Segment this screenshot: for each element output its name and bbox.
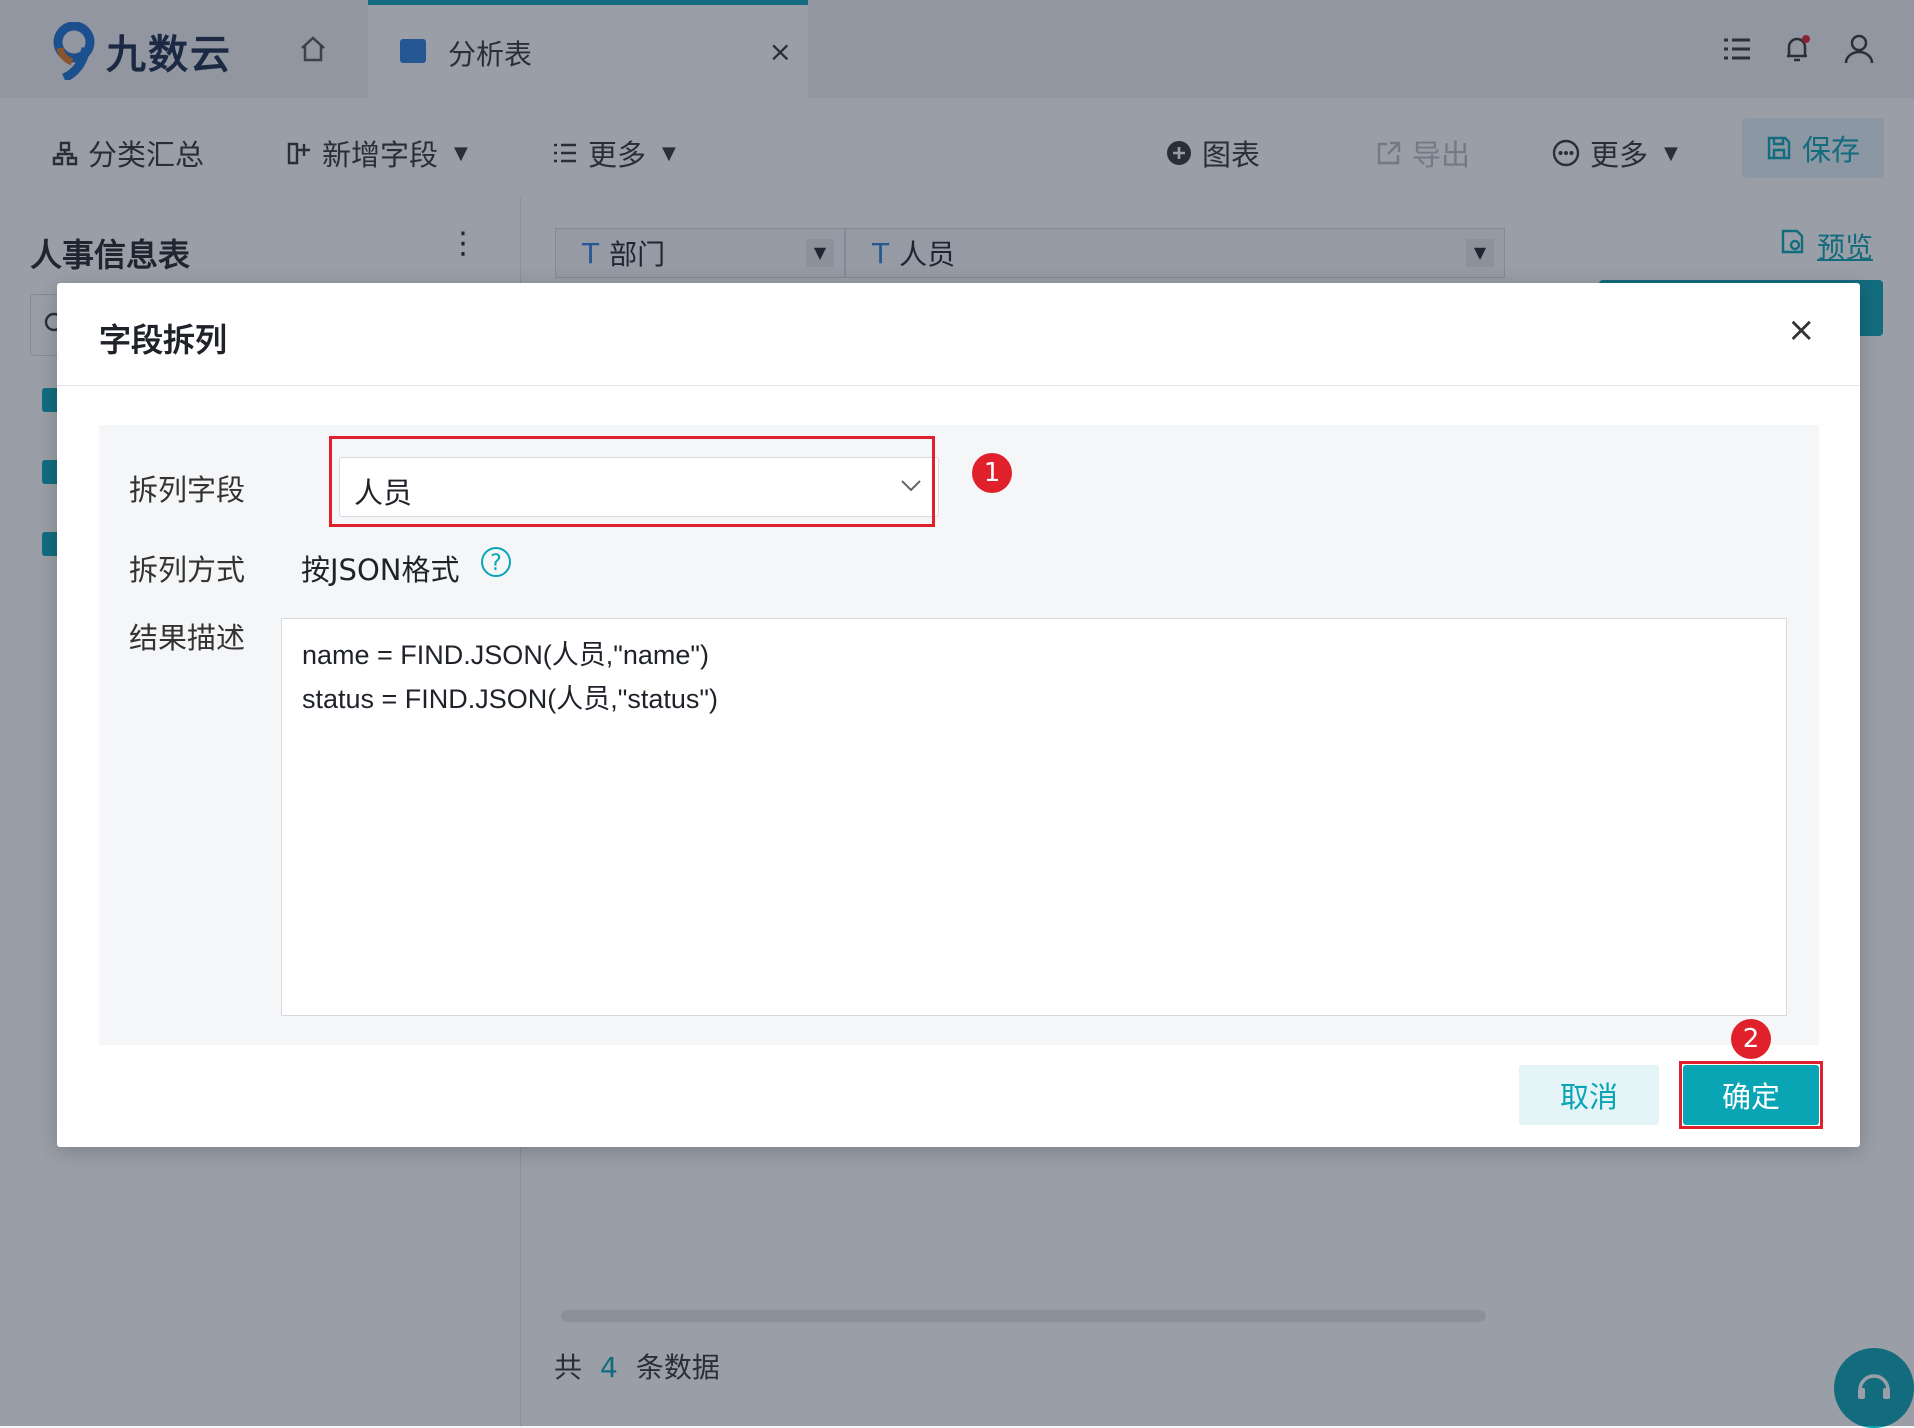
- divider: [57, 385, 1860, 386]
- result-description-label: 结果描述: [129, 621, 246, 655]
- split-field-label: 拆列字段: [129, 473, 246, 507]
- dialog-title: 字段拆列: [99, 321, 228, 359]
- dialog-body: 拆列字段 人员 1 拆列方式 按JSON格式 ? 结果描述 name = FIN…: [99, 425, 1819, 1045]
- result-line: status = FIND.JSON(人员,"status"): [302, 684, 718, 714]
- highlight-box-1: [329, 436, 935, 527]
- split-method-value: 按JSON格式: [301, 553, 460, 587]
- highlight-box-2: [1679, 1061, 1823, 1129]
- step-badge-2: 2: [1731, 1019, 1771, 1059]
- split-method-label: 拆列方式: [129, 553, 246, 587]
- close-icon[interactable]: ×: [1787, 313, 1816, 347]
- split-field-dialog: 字段拆列 × 拆列字段 人员 1 拆列方式 按JSON格式 ? 结果描述 nam…: [57, 283, 1860, 1147]
- cancel-button[interactable]: 取消: [1519, 1065, 1659, 1125]
- help-icon[interactable]: ?: [481, 547, 511, 577]
- step-badge-1: 1: [972, 453, 1012, 493]
- result-description-box: name = FIND.JSON(人员,"name") status = FIN…: [281, 618, 1787, 1016]
- result-line: name = FIND.JSON(人员,"name"): [302, 640, 710, 670]
